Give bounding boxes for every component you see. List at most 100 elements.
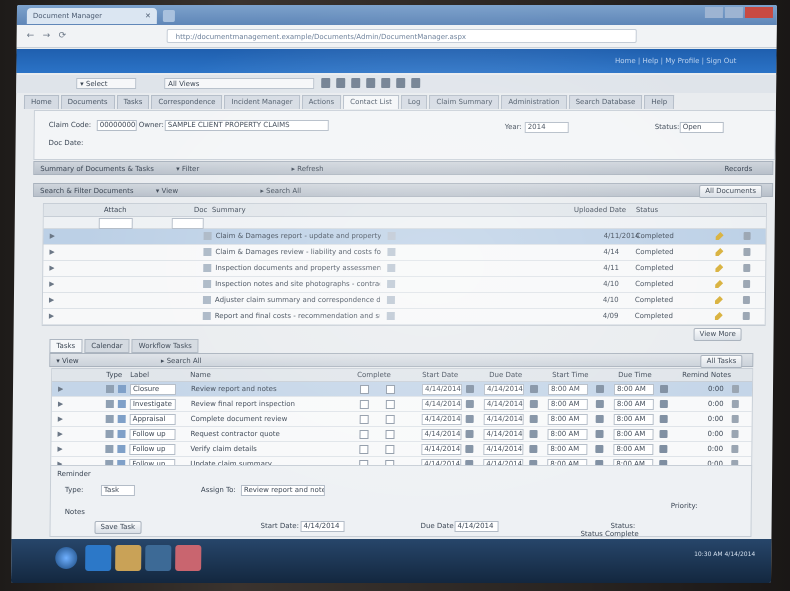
save-icon[interactable]	[321, 78, 331, 88]
summary-refresh-link[interactable]: ▸ Refresh	[291, 165, 323, 173]
edit-pencil-icon[interactable]	[716, 232, 724, 240]
entity-select[interactable]: ▾ Select	[76, 78, 137, 89]
delete-trash-icon[interactable]	[743, 264, 751, 272]
task-flag-checkbox[interactable]	[385, 430, 395, 439]
clock-icon[interactable]	[659, 400, 668, 408]
task-start-time[interactable]: 8:00 AM	[547, 444, 588, 455]
task-due-time[interactable]: 8:00 AM	[613, 444, 654, 455]
delete-trash-icon[interactable]	[731, 385, 740, 393]
task-expand-icon[interactable]: ▶	[58, 415, 63, 423]
col-start-date[interactable]: Start Date	[422, 371, 458, 379]
edit-pencil-icon[interactable]	[715, 248, 723, 256]
col-complete[interactable]: Complete	[357, 371, 391, 379]
detail-type-field[interactable]: Task	[100, 485, 135, 496]
task-complete-checkbox[interactable]	[359, 385, 370, 394]
document-row[interactable]: ▶ Claim & Damages report - update and pro…	[43, 229, 766, 245]
calendar-icon[interactable]	[465, 430, 474, 438]
attach-filter-input[interactable]	[98, 218, 133, 229]
task-start-time[interactable]: 8:00 AM	[547, 384, 589, 395]
task-flag-checkbox[interactable]	[385, 400, 395, 409]
view-select[interactable]: All Views	[164, 78, 315, 89]
task-expand-icon[interactable]: ▶	[58, 400, 63, 408]
task-label-select[interactable]: Investigate	[129, 399, 176, 410]
col-due-date[interactable]: Due Date	[489, 371, 522, 379]
client-name-field[interactable]: SAMPLE CLIENT PROPERTY CLAIMS	[164, 120, 329, 131]
task-expand-icon[interactable]: ▶	[57, 430, 62, 438]
all-documents-select[interactable]: All Documents	[699, 185, 763, 198]
calendar-icon[interactable]	[529, 385, 539, 393]
col-attach[interactable]: Attach	[104, 206, 127, 214]
edit-pencil-icon[interactable]	[715, 280, 723, 288]
search-view-toggle[interactable]: ▾ View	[156, 187, 178, 195]
task-expand-icon[interactable]: ▶	[58, 385, 63, 393]
task-row[interactable]: ▶ Closure Review report and notes 4/14/2014…	[51, 382, 753, 397]
module-tab-9[interactable]: Administration	[501, 95, 567, 109]
module-tab-5[interactable]: Actions	[301, 95, 342, 109]
task-complete-checkbox[interactable]	[359, 415, 369, 424]
clock-icon[interactable]	[659, 385, 669, 393]
task-start-date[interactable]: 4/14/2014	[421, 399, 462, 410]
attachment-icon[interactable]	[387, 232, 396, 240]
delete-trash-icon[interactable]	[742, 312, 750, 320]
task-complete-checkbox[interactable]	[359, 430, 369, 439]
header-links[interactable]: Home | Help | My Profile | Sign Out	[615, 57, 737, 65]
calendar-icon[interactable]	[465, 400, 474, 408]
detail-start-field[interactable]: 4/14/2014	[300, 521, 345, 532]
col-doc[interactable]: Doc	[194, 206, 208, 214]
paint-taskbar-icon[interactable]	[175, 545, 202, 571]
url-input[interactable]: http://documentmanagement.example/Docume…	[166, 29, 637, 43]
row-expand-icon[interactable]: ▶	[49, 248, 54, 256]
calendar-icon[interactable]	[529, 445, 538, 453]
explorer-taskbar-icon[interactable]	[115, 545, 142, 571]
status-field[interactable]: Open	[679, 122, 724, 133]
system-clock[interactable]: 10:30 AM 4/14/2014	[694, 551, 755, 558]
task-due-time[interactable]: 8:00 AM	[613, 414, 654, 425]
task-due-date[interactable]: 4/14/2014	[483, 414, 524, 425]
row-expand-icon[interactable]: ▶	[50, 232, 55, 240]
task-start-date[interactable]: 4/14/2014	[421, 444, 462, 455]
detail-assign-field[interactable]: Review report and notes	[240, 485, 325, 496]
delete-trash-icon[interactable]	[731, 430, 739, 438]
task-row[interactable]: ▶ Investigate Review final report inspecti…	[51, 397, 752, 412]
attachment-icon[interactable]	[386, 296, 395, 304]
document-row[interactable]: ▶ Report and final costs - recommendation…	[42, 309, 765, 325]
task-row[interactable]: ▶ Follow up Request contractor quote 4/14/2…	[51, 427, 752, 442]
attachment-icon[interactable]	[387, 280, 396, 288]
refresh-icon[interactable]	[396, 78, 406, 88]
close-window-button[interactable]	[744, 7, 774, 18]
delete-trash-icon[interactable]	[743, 280, 751, 288]
view-more-button[interactable]: View More	[693, 328, 742, 341]
task-label-select[interactable]: Follow up	[129, 429, 176, 440]
document-row[interactable]: ▶ Inspection documents and property asses…	[43, 261, 766, 277]
task-flag-checkbox[interactable]	[385, 415, 395, 424]
col-due-time[interactable]: Due Time	[618, 371, 652, 379]
browser-tab[interactable]: Document Manager ✕	[26, 8, 157, 24]
task-label-select[interactable]: Closure	[129, 384, 177, 395]
task-start-date[interactable]: 4/14/2014	[421, 384, 463, 395]
ie-taskbar-icon[interactable]	[85, 545, 112, 571]
media-taskbar-icon[interactable]	[145, 545, 172, 571]
bottom-tab-1[interactable]: Calendar	[84, 339, 130, 353]
task-due-time[interactable]: 8:00 AM	[613, 384, 655, 395]
calendar-icon[interactable]	[465, 415, 474, 423]
module-tab-3[interactable]: Correspondence	[151, 95, 223, 109]
edit-icon[interactable]	[336, 78, 346, 88]
col-start-time[interactable]: Start Time	[552, 371, 589, 379]
task-label-select[interactable]: Follow up	[129, 444, 176, 455]
task-due-date[interactable]: 4/14/2014	[483, 429, 524, 440]
search-all-link[interactable]: ▸ Search All	[260, 187, 301, 195]
clock-icon[interactable]	[659, 445, 668, 453]
edit-pencil-icon[interactable]	[715, 312, 723, 320]
calendar-icon[interactable]	[465, 445, 474, 453]
clock-icon[interactable]	[659, 430, 668, 438]
col-type[interactable]: Type	[106, 371, 122, 379]
col-remind-notes[interactable]: Remind Notes	[682, 371, 731, 379]
tab-close-icon[interactable]: ✕	[145, 12, 151, 20]
settings-icon[interactable]	[411, 78, 421, 88]
export-icon[interactable]	[381, 78, 391, 88]
doc-filter-input[interactable]	[171, 218, 204, 229]
task-due-time[interactable]: 8:00 AM	[613, 429, 654, 440]
calendar-icon[interactable]	[529, 430, 538, 438]
refresh-icon[interactable]: ⟳	[59, 31, 69, 41]
new-tab-button[interactable]	[162, 10, 175, 22]
